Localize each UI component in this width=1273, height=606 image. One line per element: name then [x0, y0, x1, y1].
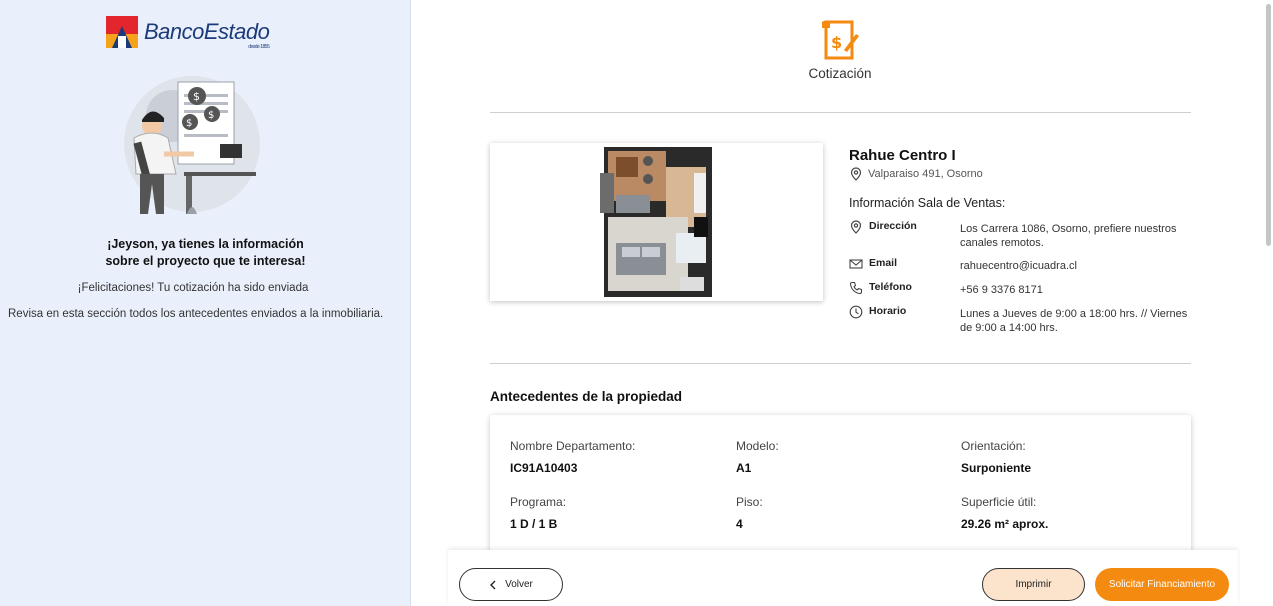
project-address: Valparaiso 491, Osorno [849, 167, 983, 181]
clock-icon [849, 305, 863, 319]
left-panel: BancoEstado desde 1855 $ $ $ ¡Jeyson, ya… [0, 0, 411, 606]
info-row-direccion: Dirección Los Carrera 1086, Osorno, pref… [849, 220, 1200, 250]
review-message: Revisa en esta sección todos los anteced… [8, 308, 384, 320]
info-value: Lunes a Jueves de 9:00 a 18:00 hrs. // V… [960, 308, 1188, 334]
field-label: Nombre Departamento: [510, 439, 636, 453]
page-title: Cotización [808, 66, 872, 81]
field-label: Superficie útil: [961, 495, 1037, 509]
divider [490, 363, 1191, 364]
info-label: Teléfono [869, 281, 912, 293]
divider [490, 112, 1191, 113]
field-modelo: Modelo: A1 [736, 439, 779, 475]
info-row-horario: Horario Lunes a Jueves de 9:00 a 18:00 h… [849, 305, 1200, 335]
svg-text:$: $ [186, 118, 192, 129]
field-label: Modelo: [736, 439, 779, 453]
section-title: Antecedentes de la propiedad [490, 389, 683, 404]
main-panel: $ Cotización Rahue Centro I Valparaiso 4… [412, 0, 1273, 606]
location-pin-icon [850, 167, 862, 181]
info-value: Los Carrera 1086, Osorno, prefiere nuest… [960, 223, 1177, 249]
info-label: Dirección [869, 220, 917, 232]
svg-text:$: $ [208, 110, 214, 121]
chevron-left-icon [490, 580, 496, 589]
svg-text:$: $ [193, 90, 200, 103]
brand-name: BancoEstado desde 1855 [144, 19, 270, 50]
field-value: A1 [736, 461, 752, 475]
field-value: IC91A10403 [510, 461, 578, 475]
field-value: Surponiente [961, 461, 1032, 475]
back-button[interactable]: Volver [459, 568, 563, 601]
floor-plan-drawing [600, 147, 712, 297]
back-button-label: Volver [505, 579, 533, 590]
success-message: ¡Felicitaciones! Tu cotización ha sido e… [77, 282, 309, 294]
bancoestado-logo-icon [106, 16, 138, 48]
info-row-telefono: Teléfono +56 9 3376 8171 [849, 281, 1200, 297]
phone-icon [849, 281, 863, 295]
info-value: +56 9 3376 8171 [960, 284, 1043, 296]
sales-room-title: Información Sala de Ventas: [849, 196, 1006, 210]
quote-document-icon: $ [822, 20, 859, 60]
location-pin-icon [850, 220, 862, 234]
info-row-email: Email rahuecentro@icuadra.cl [849, 257, 1200, 273]
brand-since: desde 1855 [248, 44, 270, 50]
bancoestado-logo: BancoEstado desde 1855 [106, 16, 270, 50]
envelope-icon [849, 259, 863, 269]
project-name: Rahue Centro I [849, 147, 956, 164]
info-value: rahuecentro@icuadra.cl [960, 260, 1077, 272]
floor-plan-image [490, 143, 823, 301]
left-heading: ¡Jeyson, ya tienes la información sobre … [105, 237, 306, 268]
scrollbar[interactable] [1266, 4, 1271, 246]
svg-text:$: $ [831, 33, 842, 52]
field-value: 4 [736, 517, 743, 531]
field-programa: Programa: 1 D / 1 B [510, 495, 566, 531]
field-label: Programa: [510, 495, 567, 509]
field-value: 1 D / 1 B [510, 517, 558, 531]
request-financing-button[interactable]: Solicitar Financiamiento [1095, 568, 1229, 601]
info-label: Horario [869, 305, 907, 317]
field-nombre-departamento: Nombre Departamento: IC91A10403 [510, 439, 635, 475]
person-at-desk-illustration: $ $ $ [124, 76, 260, 214]
property-details-card: Nombre Departamento: IC91A10403 Modelo: … [490, 415, 1191, 555]
field-value: 29.26 m² aprox. [961, 517, 1049, 531]
print-button[interactable]: Imprimir [982, 568, 1085, 601]
field-piso: Piso: 4 [736, 495, 763, 531]
field-label: Piso: [736, 495, 763, 509]
info-label: Email [869, 257, 898, 269]
field-orientacion: Orientación: Surponiente [961, 439, 1031, 475]
field-superficie-util: Superficie útil: 29.26 m² aprox. [961, 495, 1048, 531]
field-label: Orientación: [961, 439, 1026, 453]
